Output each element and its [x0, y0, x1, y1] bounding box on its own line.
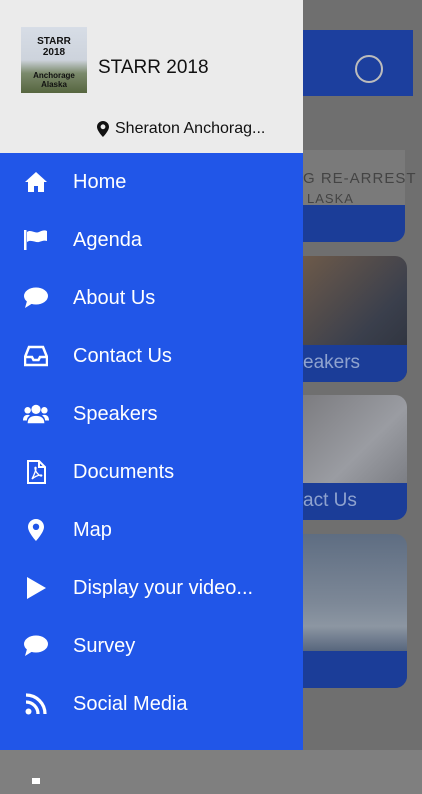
- logo-title: STARR 2018: [37, 36, 71, 58]
- menu-label-speakers: Speakers: [73, 402, 158, 425]
- banner-text-1: G RE-ARREST: [303, 170, 417, 187]
- users-icon: [23, 401, 49, 427]
- menu-item-documents[interactable]: Documents: [0, 443, 303, 501]
- speakers-tile[interactable]: eakers: [303, 256, 407, 382]
- banner-text-2: LASKA: [307, 191, 354, 206]
- menu-item-social-media[interactable]: Social Media: [0, 675, 303, 733]
- drawer-menu: Home Agenda About Us Contact Us Speakers: [0, 153, 303, 791]
- navigation-drawer: STARR 2018 Anchorage Alaska STARR 2018 S…: [0, 0, 303, 784]
- play-icon: [23, 575, 49, 601]
- menu-item-about-us[interactable]: About Us: [0, 269, 303, 327]
- contact-tile[interactable]: act Us: [303, 395, 407, 520]
- chat-bubble-icon: [23, 633, 49, 659]
- menu-label-display-video: Display your video...: [73, 576, 254, 599]
- map-pin-icon: [23, 517, 49, 543]
- speakers-tile-label: eakers: [303, 352, 361, 373]
- menu-item-contact-us[interactable]: Contact Us: [0, 327, 303, 385]
- location-text: Sheraton Anchorag...: [115, 120, 266, 137]
- contact-tile-label: act Us: [303, 490, 357, 511]
- profile-icon[interactable]: [355, 55, 383, 83]
- menu-label-contact-us: Contact Us: [73, 344, 172, 367]
- drawer-header: STARR 2018 Anchorage Alaska STARR 2018 S…: [0, 0, 303, 153]
- menu-label-documents: Documents: [73, 460, 175, 483]
- app-logo: STARR 2018 Anchorage Alaska: [21, 27, 87, 93]
- event-banner-bar: [303, 205, 405, 242]
- flag-icon: [23, 227, 49, 253]
- map-pin-icon: [97, 121, 109, 137]
- location[interactable]: Sheraton Anchorag...: [97, 120, 265, 138]
- menu-item-home[interactable]: Home: [0, 153, 303, 211]
- pdf-icon: [23, 459, 49, 485]
- menu-label-about-us: About Us: [73, 286, 156, 309]
- menu-label-survey: Survey: [73, 634, 136, 657]
- inbox-icon: [23, 343, 49, 369]
- partial-icon: [23, 768, 49, 794]
- home-icon: [23, 169, 49, 195]
- logo-subtitle: Anchorage Alaska: [33, 71, 75, 89]
- menu-item-map[interactable]: Map: [0, 501, 303, 559]
- menu-label-home: Home: [73, 170, 127, 193]
- menu-label-agenda: Agenda: [73, 228, 142, 251]
- menu-item-agenda[interactable]: Agenda: [0, 211, 303, 269]
- rss-icon: [23, 691, 49, 717]
- map-tile[interactable]: [303, 534, 407, 688]
- menu-item-display-video[interactable]: Display your video...: [0, 559, 303, 617]
- map-tile-bar: [303, 651, 407, 688]
- app-title: STARR 2018: [98, 57, 209, 78]
- menu-label-map: Map: [73, 518, 112, 541]
- menu-item-speakers[interactable]: Speakers: [0, 385, 303, 443]
- menu-item-partial[interactable]: [0, 733, 303, 791]
- chat-bubble-icon: [23, 285, 49, 311]
- menu-item-survey[interactable]: Survey: [0, 617, 303, 675]
- menu-label-social-media: Social Media: [73, 692, 188, 715]
